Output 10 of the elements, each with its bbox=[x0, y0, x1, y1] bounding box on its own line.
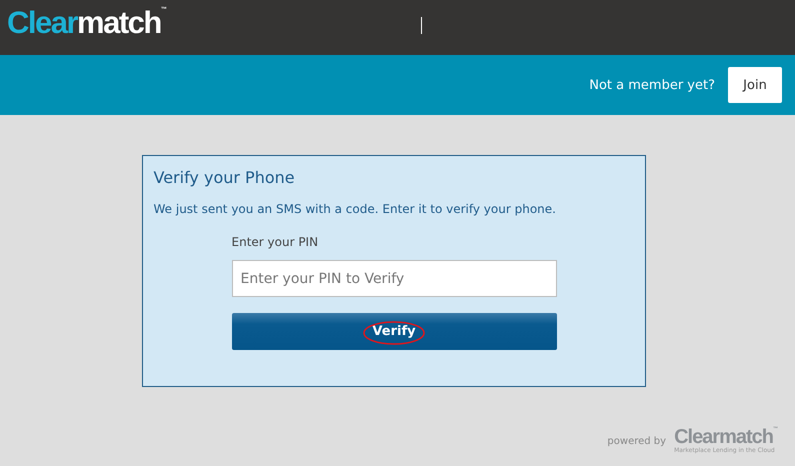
footer-logo: Clearmatch$^{™}$ bbox=[674, 427, 777, 447]
verify-button[interactable]: Verify bbox=[232, 313, 556, 350]
instruction-text: We just sent you an SMS with a code. Enter it to verify your phone. bbox=[154, 202, 557, 216]
logo: Clearmatch$^{™}$ bbox=[7, 7, 167, 38]
pin-field[interactable]: Enter your PIN to Verify bbox=[232, 260, 556, 297]
powered-by-text: powered by bbox=[607, 436, 666, 447]
join-button[interactable]: Join bbox=[728, 67, 782, 103]
card-title: Verify your Phone bbox=[154, 168, 296, 187]
signup-prompt: Not a member yet? bbox=[589, 78, 715, 92]
pin-label: Enter your PIN bbox=[232, 235, 320, 249]
